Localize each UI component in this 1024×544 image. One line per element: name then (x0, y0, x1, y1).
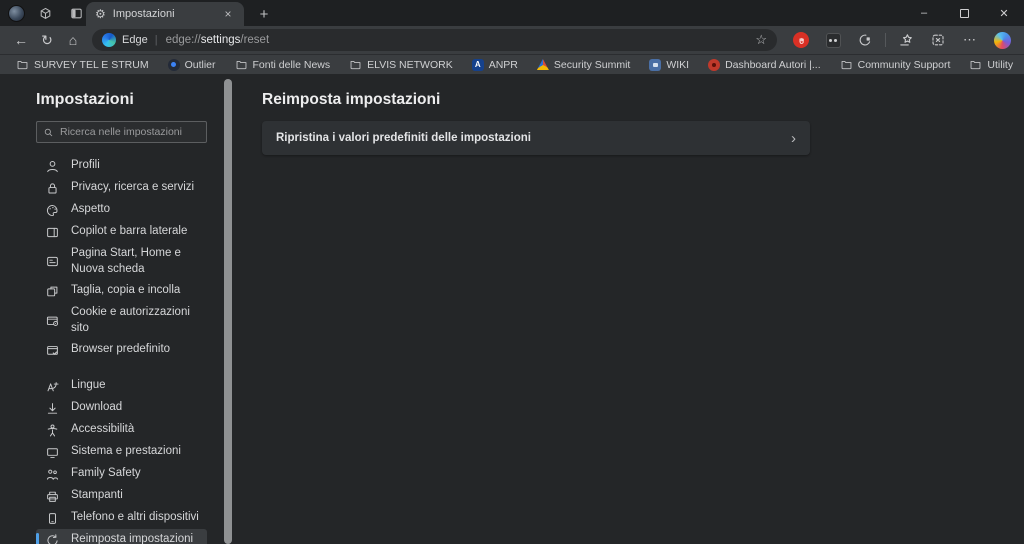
sidebar-scrollbar[interactable] (224, 79, 232, 544)
person-icon (44, 158, 60, 174)
url-text[interactable]: edge://settings/reset (166, 34, 748, 46)
sidebar-item-aspetto[interactable]: Aspetto (36, 199, 207, 221)
favorites-icon[interactable] (894, 28, 918, 52)
security-summit-favicon (537, 59, 549, 71)
window-controls: – ✕ (904, 0, 1024, 26)
sidebar-item-privacy[interactable]: Privacy, ricerca e servizi (36, 177, 207, 199)
settings-gear-icon: ⚙ (95, 8, 106, 20)
profile-avatar[interactable] (8, 5, 25, 22)
copilot-icon[interactable] (990, 28, 1014, 52)
tab-actions-icon[interactable] (65, 2, 87, 24)
cookie-permissions-icon (44, 313, 60, 329)
sidebar-item-taglia-copia[interactable]: Taglia, copia e incolla (36, 280, 207, 302)
languages-icon (44, 378, 60, 394)
bookmark-site[interactable]: Security Summit (537, 59, 630, 71)
toolbar-right-cluster: ⋯ (783, 28, 1016, 52)
dashboard-autori-favicon (708, 59, 720, 71)
wiki-favicon (649, 59, 661, 71)
edge-logo-icon (102, 33, 116, 47)
settings-search-box[interactable] (36, 121, 207, 143)
search-input[interactable] (60, 126, 200, 138)
navigation-toolbar: ← ↻ ⌂ Edge | edge://settings/reset ☆ (0, 26, 1024, 54)
address-brand-label: Edge (122, 34, 148, 46)
sidebar-item-reimposta-impostazioni[interactable]: Reimposta impostazioni (36, 529, 207, 544)
sidebar-item-telefono[interactable]: Telefono e altri dispositivi (36, 507, 207, 529)
sidebar-item-stampanti[interactable]: Stampanti (36, 485, 207, 507)
printer-icon (44, 488, 60, 504)
url-scheme: edge:// (166, 34, 201, 46)
bookmark-site[interactable]: Dashboard Autori |... (708, 59, 821, 71)
title-bar: ⚙ Impostazioni × + – ✕ (0, 0, 1024, 26)
settings-more-icon[interactable]: ⋯ (958, 28, 982, 52)
sidebar-item-lingue[interactable]: Lingue (36, 375, 207, 397)
settings-sidebar-title: Impostazioni (36, 91, 134, 109)
bookmark-folder[interactable]: Community Support (840, 58, 951, 71)
sidebar-item-copilot[interactable]: Copilot e barra laterale (36, 221, 207, 243)
bookmark-folder[interactable]: ELVIS NETWORK (349, 58, 453, 71)
copilot-badge (994, 32, 1011, 49)
bookmark-star-icon[interactable]: ☆ (755, 32, 767, 48)
bookmark-site[interactable]: A ANPR (472, 59, 518, 71)
anpr-favicon: A (472, 59, 484, 71)
maximize-button[interactable] (944, 0, 984, 26)
workspaces-icon[interactable] (34, 2, 56, 24)
maximize-icon (960, 9, 969, 18)
bookmark-folder[interactable]: Fonti delle News (235, 58, 331, 71)
settings-page: Impostazioni Profili Privacy, ricerca e … (0, 75, 1024, 544)
page-title: Reimposta impostazioni (262, 91, 822, 109)
lock-icon (44, 180, 60, 196)
family-icon (44, 466, 60, 482)
reset-icon (44, 532, 60, 544)
sidebar-item-cookie[interactable]: Cookie e autorizzazioni sito (36, 302, 207, 339)
tab-title: Impostazioni (113, 8, 213, 20)
adblock-extension-icon[interactable] (789, 28, 813, 52)
sidebar-item-pagina-start[interactable]: Pagina Start, Home e Nuova scheda (36, 243, 207, 280)
bookmark-folder[interactable]: SURVEY TEL E STRUM (16, 58, 149, 71)
address-divider: | (155, 34, 158, 46)
sidebar-item-profili[interactable]: Profili (36, 155, 207, 177)
cookie-extension-icon[interactable] (853, 28, 877, 52)
settings-nav-list: Profili Privacy, ricerca e servizi Aspet… (0, 155, 224, 544)
favorites-bar: SURVEY TEL E STRUM Outlier Fonti delle N… (0, 54, 1024, 74)
accessibility-icon (44, 422, 60, 438)
bookmark-site[interactable]: Outlier (168, 59, 216, 71)
browser-window: ⚙ Impostazioni × + – ✕ ← ↻ ⌂ Edge | edge… (0, 0, 1024, 544)
reset-settings-card[interactable]: Ripristina i valori predefiniti delle im… (262, 121, 810, 155)
sidebar-item-accessibilita[interactable]: Accessibilità (36, 419, 207, 441)
extension-eyes-icon[interactable] (821, 28, 845, 52)
new-tab-button[interactable]: + (252, 3, 276, 25)
web-capture-icon[interactable] (926, 28, 950, 52)
sidebar-layout-icon (44, 224, 60, 240)
back-button[interactable]: ← (8, 28, 34, 52)
sidebar-item-browser-predefinito[interactable]: Browser predefinito (36, 339, 207, 361)
sidebar-item-family-safety[interactable]: Family Safety (36, 463, 207, 485)
bookmark-folder[interactable]: Utility (969, 58, 1013, 71)
copy-paste-icon (44, 283, 60, 299)
address-bar[interactable]: Edge | edge://settings/reset ☆ (92, 29, 777, 51)
minimize-button[interactable]: – (904, 0, 944, 26)
search-icon (43, 127, 54, 138)
settings-main: Reimposta impostazioni Ripristina i valo… (262, 91, 822, 155)
dark-extension-badge (826, 33, 841, 48)
refresh-button[interactable]: ↻ (34, 28, 60, 52)
bookmark-site[interactable]: WIKI (649, 59, 689, 71)
url-host: settings (201, 34, 241, 46)
sidebar-item-download[interactable]: Download (36, 397, 207, 419)
monitor-icon (44, 444, 60, 460)
browser-check-icon (44, 342, 60, 358)
outlier-favicon (168, 59, 180, 71)
browser-tab-impostazioni[interactable]: ⚙ Impostazioni × (86, 2, 244, 26)
phone-icon (44, 510, 60, 526)
toolbar-separator (885, 33, 886, 47)
chevron-right-icon: › (791, 130, 796, 147)
download-icon (44, 400, 60, 416)
home-button[interactable]: ⌂ (60, 28, 86, 52)
palette-icon (44, 202, 60, 218)
tab-close-icon[interactable]: × (220, 6, 236, 22)
close-button[interactable]: ✕ (984, 0, 1024, 26)
url-path: /reset (240, 34, 269, 46)
sidebar-item-sistema[interactable]: Sistema e prestazioni (36, 441, 207, 463)
red-hand-badge (793, 32, 809, 48)
start-page-icon (44, 254, 60, 270)
